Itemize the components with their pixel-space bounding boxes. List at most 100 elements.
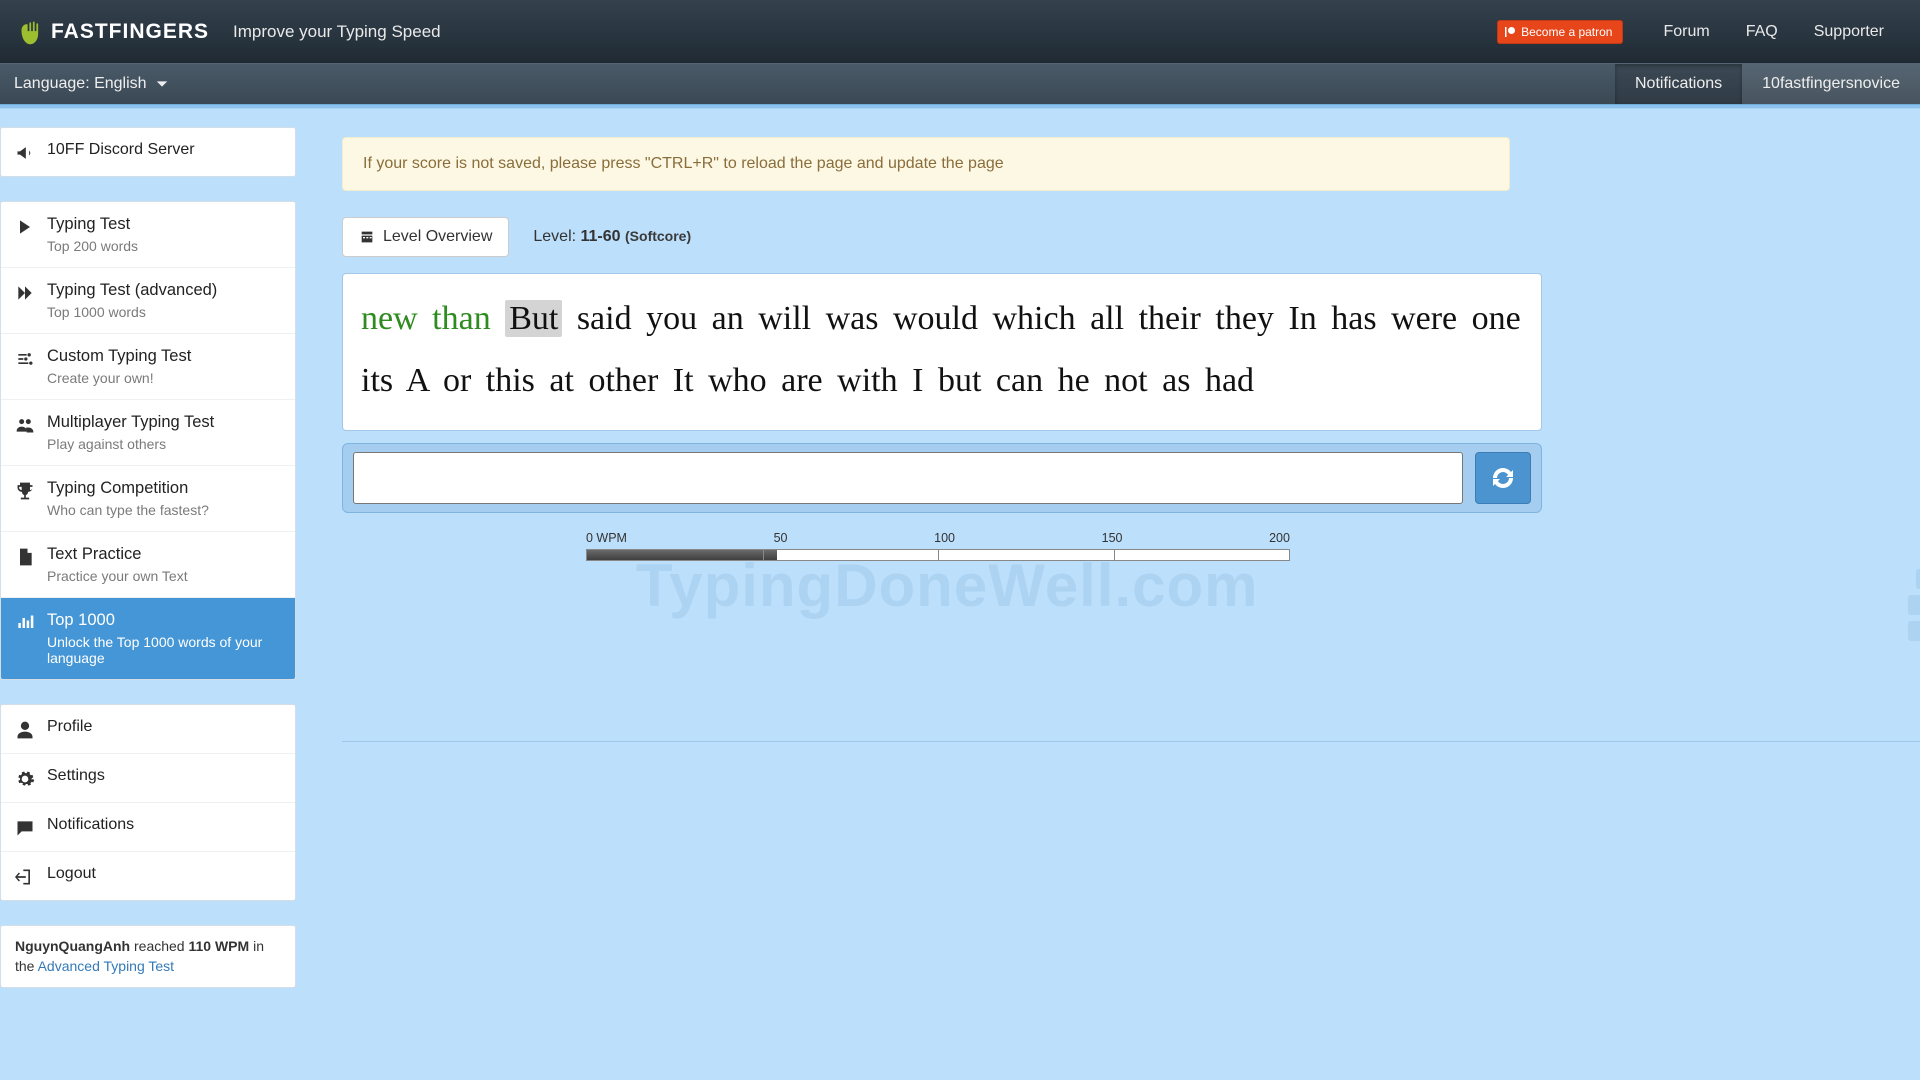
word-pending: will	[758, 300, 811, 337]
level-controls: Level Overview Level: 11-60 (Softcore)	[342, 217, 1920, 257]
notifications-tab[interactable]: Notifications	[1615, 64, 1742, 104]
language-label: Language: English	[14, 75, 147, 93]
word-pending: but	[938, 362, 981, 399]
typing-input-wrapper	[342, 443, 1542, 513]
watermark: TypingDoneWell.com	[1696, 569, 1920, 679]
word-pending: its	[361, 362, 393, 399]
word-pending: are	[781, 362, 823, 399]
users-icon	[15, 415, 35, 435]
sidebar-item-title: Text Practice	[47, 545, 188, 564]
feed-wpm: 110 WPM	[188, 938, 249, 954]
chevron-down-icon	[155, 77, 169, 91]
sidebar: 10FF Discord Server Typing Test Top 200 …	[0, 109, 296, 1012]
logout-icon	[15, 867, 35, 887]
sidebar-item-subtitle: Create your own!	[47, 370, 191, 386]
typing-input[interactable]	[353, 452, 1463, 504]
sidebar-profile[interactable]: Profile	[1, 705, 295, 754]
feed-link[interactable]: Advanced Typing Test	[38, 958, 174, 974]
top-navbar: FASTFINGERS Improve your Typing Speed Be…	[0, 0, 1920, 63]
nav-faq[interactable]: FAQ	[1728, 23, 1796, 41]
profile-label: Profile	[47, 718, 92, 736]
megaphone-icon	[15, 143, 35, 163]
settings-label: Settings	[47, 767, 105, 785]
level-value: 11-60	[581, 228, 621, 245]
sidebar-item-title: Typing Competition	[47, 479, 209, 498]
trophy-icon	[15, 481, 35, 501]
word-pending: would	[893, 300, 978, 337]
account-panel: Profile Settings Notifications Logout	[0, 704, 296, 901]
sidebar-item-title: Custom Typing Test	[47, 347, 191, 366]
wpm-tick: 100	[934, 531, 955, 545]
sidebar-item-subtitle: Top 1000 words	[47, 304, 217, 320]
word-display-box: new than But said you an will was would …	[342, 273, 1542, 431]
word-pending: said	[577, 300, 632, 337]
sidebar-item-text-practice[interactable]: Text Practice Practice your own Text	[1, 532, 295, 598]
activity-feed-item: NguynQuangAnh reached 110 WPM in the Adv…	[1, 926, 295, 987]
sidebar-item-typing-competition[interactable]: Typing Competition Who can type the fast…	[1, 466, 295, 532]
sidebar-notifications[interactable]: Notifications	[1, 803, 295, 852]
username-tab[interactable]: 10fastfingersnovice	[1742, 64, 1920, 104]
sidebar-logout[interactable]: Logout	[1, 852, 295, 900]
sidebar-item-custom-typing-test[interactable]: Custom Typing Test Create your own!	[1, 334, 295, 400]
brand-logo[interactable]: FASTFINGERS	[18, 18, 209, 46]
word-pending: had	[1205, 362, 1254, 399]
sidebar-item-subtitle: Practice your own Text	[47, 568, 188, 584]
gear-icon	[15, 769, 35, 789]
sliders-icon	[15, 349, 35, 369]
sidebar-item-multiplayer-typing-test[interactable]: Multiplayer Typing Test Play against oth…	[1, 400, 295, 466]
level-overview-button[interactable]: Level Overview	[342, 217, 509, 257]
wpm-fill	[587, 550, 777, 560]
sidebar-item-top-1000[interactable]: Top 1000 Unlock the Top 1000 words of yo…	[1, 598, 295, 679]
sidebar-item-title: Multiplayer Typing Test	[47, 413, 214, 432]
word-pending: this	[486, 362, 535, 399]
become-patron-button[interactable]: Become a patron	[1497, 20, 1623, 44]
wpm-scale: 0 WPM50100150200	[342, 513, 1542, 561]
word-correct: than	[432, 300, 491, 337]
word-pending: It	[673, 362, 694, 399]
sidebar-settings[interactable]: Settings	[1, 754, 295, 803]
notifications-label: Notifications	[47, 816, 134, 834]
play-icon	[15, 217, 35, 237]
sidebar-discord-link[interactable]: 10FF Discord Server	[1, 128, 295, 176]
sidebar-item-typing-test-advanced-[interactable]: Typing Test (advanced) Top 1000 words	[1, 268, 295, 334]
level-indicator: Level: 11-60 (Softcore)	[533, 228, 691, 246]
word-pending: A	[406, 362, 429, 399]
wpm-tick: 50	[774, 531, 788, 545]
sidebar-item-title: Typing Test (advanced)	[47, 281, 217, 300]
patreon-label: Become a patron	[1521, 25, 1612, 39]
word-pending: who	[708, 362, 767, 399]
refresh-icon	[1491, 466, 1515, 490]
word-correct: new	[361, 300, 418, 337]
wpm-tick: 0 WPM	[586, 531, 627, 545]
word-pending: an	[712, 300, 744, 337]
language-selector[interactable]: Language: English	[0, 64, 183, 104]
level-mode: (Softcore)	[625, 228, 691, 244]
nav-forum[interactable]: Forum	[1645, 23, 1727, 41]
sidebar-item-subtitle: Unlock the Top 1000 words of your langua…	[47, 634, 281, 666]
sidebar-item-title: Top 1000	[47, 611, 281, 630]
word-pending: not	[1104, 362, 1147, 399]
word-pending: was	[826, 300, 879, 337]
word-current: But	[505, 300, 562, 337]
feed-username: NguynQuangAnh	[15, 938, 130, 954]
sidebar-item-typing-test[interactable]: Typing Test Top 200 words	[1, 202, 295, 268]
logo-icon	[18, 18, 46, 46]
logout-label: Logout	[47, 865, 96, 883]
word-pending: at	[549, 362, 574, 399]
patreon-icon	[1504, 26, 1516, 38]
sidebar-item-subtitle: Who can type the fastest?	[47, 502, 209, 518]
level-overview-label: Level Overview	[383, 228, 492, 246]
word-pending: as	[1162, 362, 1190, 399]
word-pending: other	[588, 362, 658, 399]
forward-icon	[15, 283, 35, 303]
word-pending: they	[1215, 300, 1274, 337]
brand-text: FASTFINGERS	[51, 20, 209, 44]
nav-supporter[interactable]: Supporter	[1796, 23, 1902, 41]
wpm-bar	[586, 549, 1290, 561]
main-content: If your score is not saved, please press…	[296, 109, 1920, 742]
word-pending: In	[1288, 300, 1316, 337]
word-list: new than But said you an will was would …	[361, 288, 1523, 412]
content-divider	[342, 741, 1920, 742]
restart-button[interactable]	[1475, 452, 1531, 504]
sidebar-item-title: Typing Test	[47, 215, 138, 234]
